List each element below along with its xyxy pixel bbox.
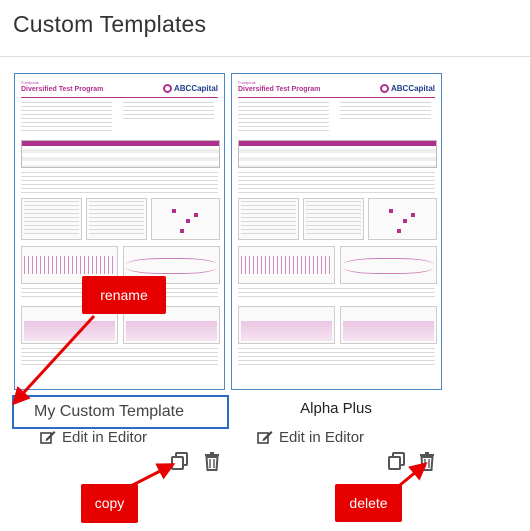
trash-icon[interactable] [417, 451, 437, 471]
template-thumbnail[interactable]: Fundpeak Diversified Test Program ABCCap… [231, 73, 442, 390]
copy-icon[interactable] [170, 451, 190, 471]
edit-icon [40, 431, 56, 444]
thumb-brand: Fundpeak [238, 80, 256, 85]
template-name-input[interactable] [12, 395, 229, 429]
copy-icon[interactable] [387, 451, 407, 471]
edit-in-editor-link[interactable]: Edit in Editor [40, 429, 147, 446]
copy-callout: copy [81, 484, 138, 523]
thumb-brand: Fundpeak [21, 80, 39, 85]
template-name: Alpha Plus [300, 400, 372, 417]
template-thumbnail[interactable]: Fundpeak Diversified Test Program ABCCap… [14, 73, 225, 390]
delete-callout: delete [335, 484, 402, 522]
edit-icon [257, 431, 273, 444]
thumb-program-title: Diversified Test Program [21, 86, 104, 93]
title-divider [0, 56, 530, 57]
edit-in-editor-link[interactable]: Edit in Editor [257, 429, 364, 446]
thumb-program-title: Diversified Test Program [238, 86, 321, 93]
abc-capital-logo: ABCCapital [379, 84, 435, 93]
report-preview: Fundpeak Diversified Test Program ABCCap… [21, 80, 220, 383]
page-title: Custom Templates [13, 11, 207, 37]
trash-icon[interactable] [202, 451, 222, 471]
rename-callout: rename [82, 276, 166, 314]
report-preview: Fundpeak Diversified Test Program ABCCap… [238, 80, 437, 383]
abc-capital-logo: ABCCapital [162, 84, 218, 93]
